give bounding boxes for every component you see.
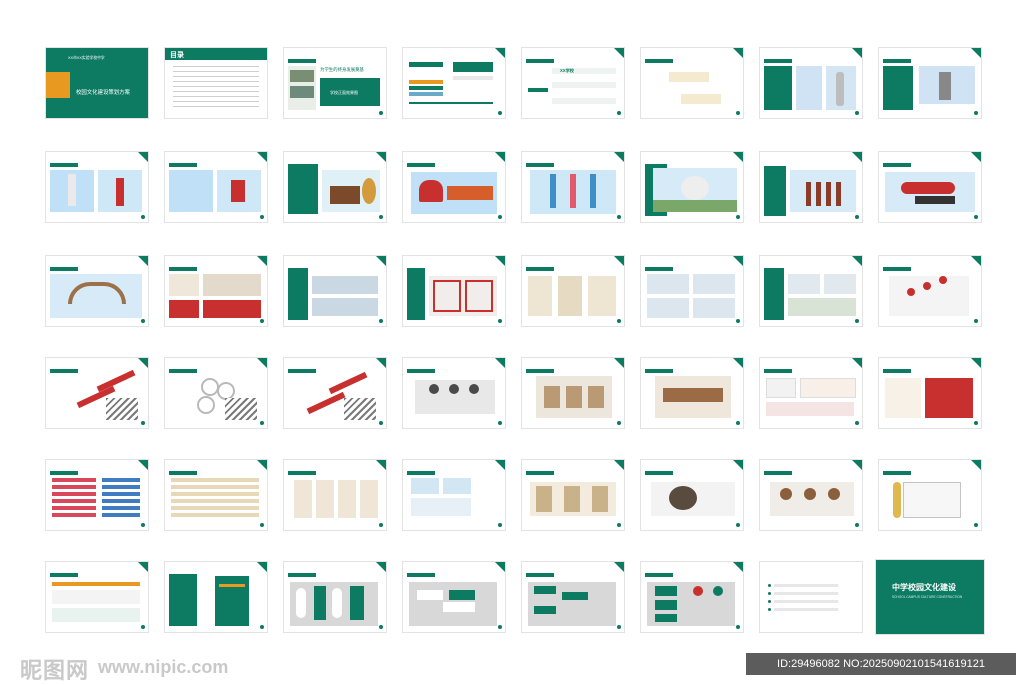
slide-sculpture-1[interactable] [760, 48, 862, 118]
slide-corridor-1[interactable] [403, 358, 505, 428]
slide-sculpture-7[interactable] [522, 152, 624, 222]
slide-billboard-2[interactable] [284, 256, 386, 326]
slide-corridor-3[interactable] [641, 358, 743, 428]
image-id-badge: ID:29496082 NO:20250902101541619121 [746, 653, 1016, 675]
nipic-url[interactable]: www.nipic.com [98, 657, 228, 678]
final-slide[interactable]: 中学校园文化建设 SCHOOL CAMPUS CULTURE CONSTRUCT… [876, 560, 984, 634]
toc-title: 目录 [170, 52, 184, 59]
slide-summary-list[interactable] [760, 562, 862, 632]
slide-hallway-3[interactable] [284, 460, 386, 530]
slide-stair-4[interactable] [284, 358, 386, 428]
slide-sculpture-2[interactable] [879, 48, 981, 118]
watermark-bar: 昵图网 www.nipic.com ID:29496082 NO:2025090… [0, 647, 1024, 683]
slide-signage-3[interactable] [284, 562, 386, 632]
slide-culture-pillars[interactable] [760, 152, 862, 222]
slide-hallway-7[interactable] [760, 460, 862, 530]
slide-gate[interactable] [46, 256, 148, 326]
slide-hallway-5[interactable] [522, 460, 624, 530]
slide-billboard-5[interactable] [641, 256, 743, 326]
final-title: 中学校园文化建设 [892, 583, 956, 592]
slide-hallway-4[interactable] [403, 460, 505, 530]
slide-sculpture-3[interactable] [46, 152, 148, 222]
cover-orange-block [46, 72, 70, 98]
slide-stair-1[interactable] [879, 256, 981, 326]
slide-sculpture-4[interactable] [165, 152, 267, 222]
slide-classroom-board-1[interactable] [760, 358, 862, 428]
toc-slide[interactable]: 目录 [165, 48, 267, 118]
slide-sculpture-6[interactable] [403, 152, 505, 222]
slide-book-display[interactable] [879, 460, 981, 530]
slide-corridor-2[interactable] [522, 358, 624, 428]
front-view-label: 学校正面效果图 [330, 90, 358, 95]
slide-stair-2[interactable] [46, 358, 148, 428]
slide-logo-standards[interactable]: XX学校 [522, 48, 624, 118]
toc-header: 目录 [165, 48, 267, 60]
slide-school-motto[interactable]: 为学生的终身发展奠基 学校正面效果图 [284, 48, 386, 118]
final-subtitle: SCHOOL CAMPUS CULTURE CONSTRUCTION [892, 595, 963, 599]
motto-text: 为学生的终身发展奠基 [320, 67, 364, 72]
slide-signage-6[interactable] [641, 562, 743, 632]
nipic-logo: 昵图网 [20, 658, 90, 683]
slide-signage-1[interactable] [46, 562, 148, 632]
school-name-1: XX学校 [560, 68, 574, 73]
slide-hallway-1[interactable] [46, 460, 148, 530]
slide-signage-4[interactable] [403, 562, 505, 632]
slide-grid: XX市XX实验学校中学 校园文化建设策划方案 目录 为学生的终身发展奠基 学校正… [0, 0, 1024, 683]
cover-title: 校园文化建设策划方案 [76, 90, 130, 96]
slide-hallway-6[interactable] [641, 460, 743, 530]
slide-sculpture-5[interactable] [284, 152, 386, 222]
slide-billboard-4[interactable] [522, 256, 624, 326]
slide-stair-3[interactable] [165, 358, 267, 428]
slide-classroom-board-2[interactable] [879, 358, 981, 428]
slide-logo-apply[interactable] [641, 48, 743, 118]
slide-culture-ribbon[interactable] [879, 152, 981, 222]
slide-billboard-3[interactable] [403, 256, 505, 326]
cover-slide[interactable]: XX市XX实验学校中学 校园文化建设策划方案 [46, 48, 148, 118]
slide-signage-2[interactable] [165, 562, 267, 632]
slide-signage-5[interactable] [522, 562, 624, 632]
slide-vi-colors[interactable] [403, 48, 505, 118]
cover-school: XX市XX实验学校中学 [68, 56, 105, 60]
slide-hallway-2[interactable] [165, 460, 267, 530]
slide-culture-plaza[interactable] [641, 152, 743, 222]
slide-billboard-1[interactable] [165, 256, 267, 326]
slide-billboard-6[interactable] [760, 256, 862, 326]
